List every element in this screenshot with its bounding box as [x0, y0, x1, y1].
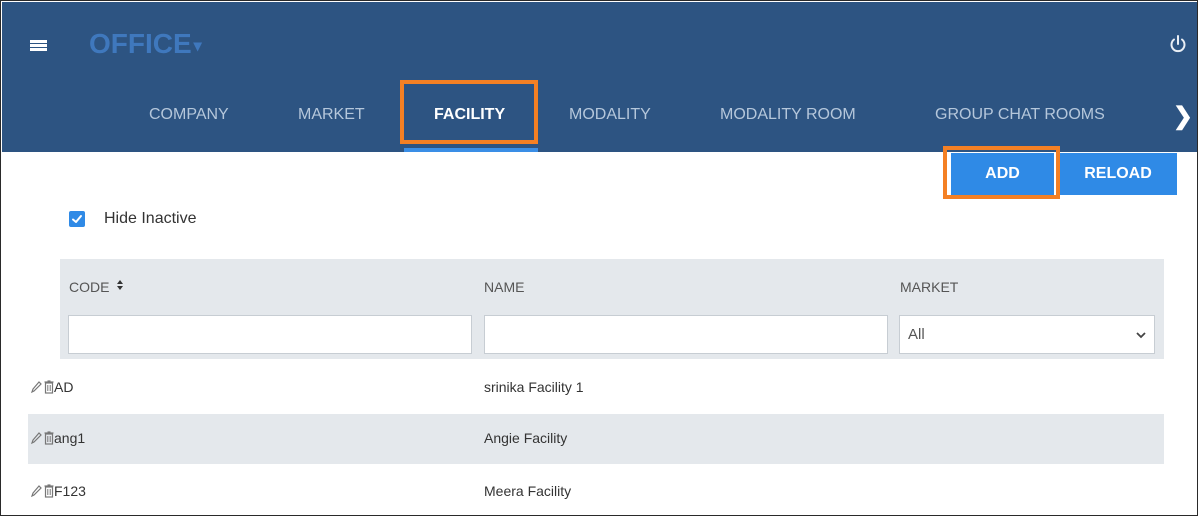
row-name: Meera Facility [484, 483, 572, 499]
trash-icon[interactable] [44, 380, 54, 399]
table-row[interactable]: AD srinika Facility 1 [28, 363, 1164, 413]
power-icon[interactable] [1169, 34, 1187, 54]
tab-facility[interactable]: FACILITY [434, 106, 505, 124]
tab-market[interactable]: MARKET [298, 106, 365, 124]
row-actions [30, 484, 56, 503]
market-filter-select[interactable]: All [899, 315, 1155, 354]
table-row[interactable]: F123 Meera Facility [28, 467, 1164, 515]
column-header-market[interactable]: MARKET [900, 279, 958, 295]
row-actions [30, 380, 56, 399]
row-code: AD [54, 379, 74, 395]
checkmark-icon [72, 215, 82, 223]
add-button[interactable]: ADD [951, 153, 1054, 195]
sort-icon[interactable] [116, 279, 124, 294]
tab-company[interactable]: COMPANY [149, 106, 229, 124]
pencil-icon[interactable] [30, 380, 42, 399]
tab-bar: COMPANY MARKET FACILITY MODALITY MODALIT… [2, 82, 1197, 152]
column-header-code-label: CODE [69, 279, 110, 295]
hide-inactive-toggle[interactable]: Hide Inactive [69, 210, 197, 228]
hamburger-icon[interactable] [30, 40, 47, 51]
market-filter-value: All [908, 326, 925, 343]
trash-icon[interactable] [44, 431, 54, 450]
brand-caret-icon: ▾ [193, 37, 202, 55]
tab-modality-room[interactable]: MODALITY ROOM [720, 106, 856, 124]
chevron-down-icon [1136, 316, 1146, 353]
pencil-icon[interactable] [30, 484, 42, 503]
tab-group-chat-rooms[interactable]: GROUP CHAT ROOMS [935, 106, 1105, 124]
column-header-code[interactable]: CODE [69, 279, 124, 295]
hide-inactive-checkbox[interactable] [69, 211, 85, 227]
app-frame: OFFICE ▾ COMPANY MARKET FACILITY MODALITY… [0, 0, 1198, 516]
app-title[interactable]: OFFICE ▾ [89, 28, 202, 60]
trash-icon[interactable] [44, 484, 54, 503]
table-header: CODE NAME MARKET All [60, 259, 1164, 359]
tab-modality[interactable]: MODALITY [569, 106, 651, 124]
row-name: Angie Facility [484, 430, 568, 446]
column-header-name[interactable]: NAME [484, 279, 524, 295]
pencil-icon[interactable] [30, 431, 42, 450]
hide-inactive-label: Hide Inactive [104, 210, 197, 227]
app-header: OFFICE ▾ COMPANY MARKET FACILITY MODALITY… [2, 2, 1197, 152]
reload-button[interactable]: RELOAD [1059, 153, 1177, 195]
app-title-text: OFFICE [89, 28, 192, 59]
table-row[interactable]: ang1 Angie Facility [28, 414, 1164, 464]
code-filter-input[interactable] [68, 315, 472, 354]
name-filter-input[interactable] [484, 315, 888, 354]
active-tab-indicator [404, 148, 538, 152]
row-actions [30, 431, 56, 450]
row-code: ang1 [54, 430, 86, 446]
chevron-right-icon[interactable]: ❯ [1173, 102, 1193, 131]
row-code: F123 [54, 483, 86, 499]
row-name: srinika Facility 1 [484, 379, 584, 395]
